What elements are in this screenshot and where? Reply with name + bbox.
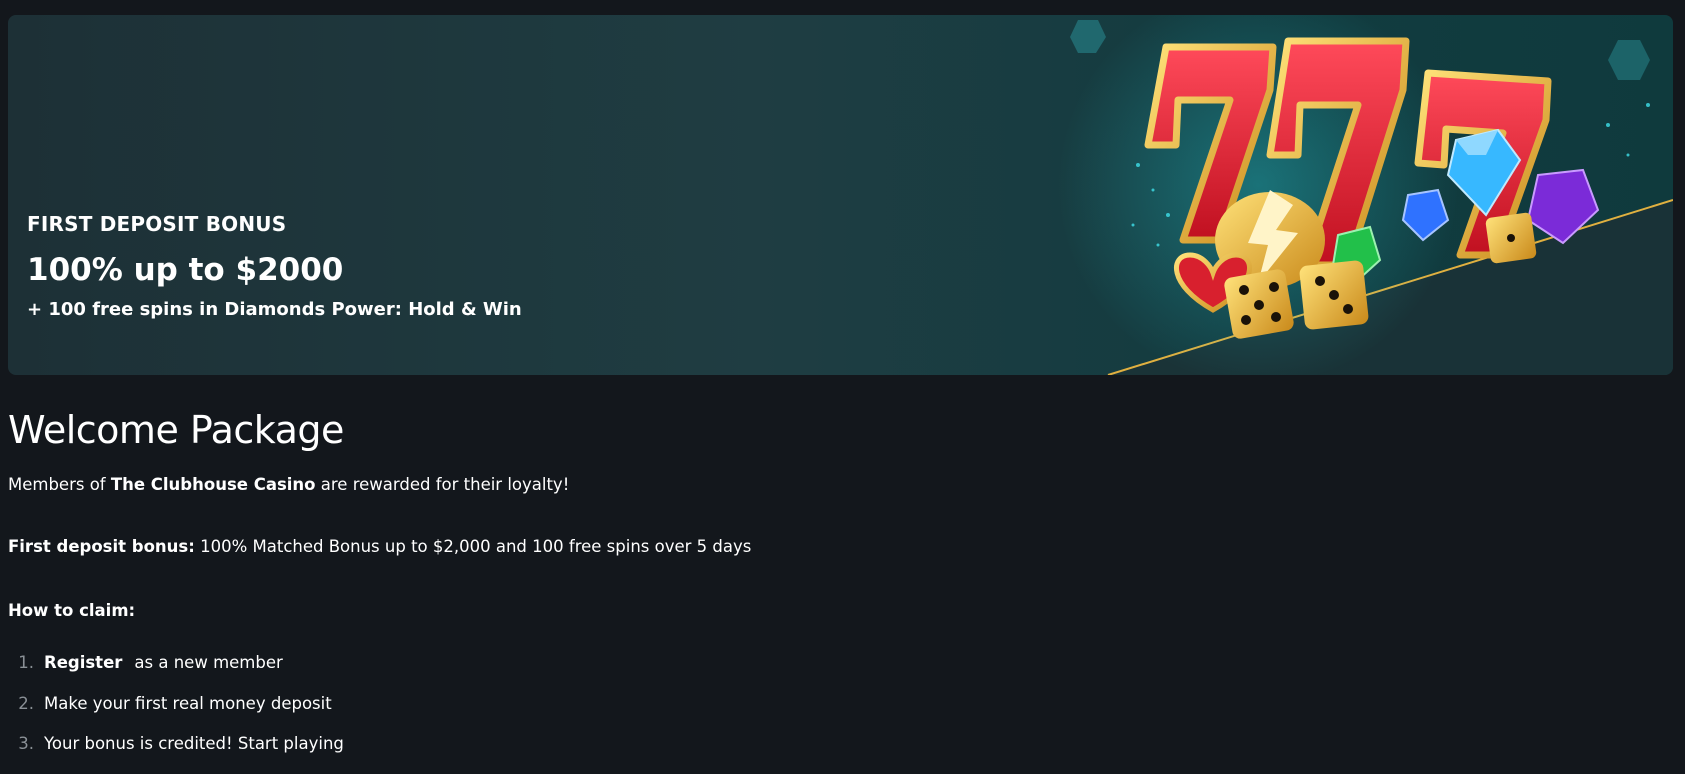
step-text: Your bonus is credited! Start playing bbox=[44, 734, 344, 753]
banner-text: FIRST DEPOSIT BONUS 100% up to $2000 + 1… bbox=[27, 212, 522, 321]
first-deposit-detail: 100% Matched Bonus up to $2,000 and 100 … bbox=[194, 537, 752, 556]
first-deposit-text: First deposit bonus: 100% Matched Bonus … bbox=[8, 536, 1668, 558]
brand-name: The Clubhouse Casino bbox=[110, 475, 316, 494]
list-item: 1. Register as a new member bbox=[8, 652, 1668, 674]
step-number: 2. bbox=[18, 693, 34, 713]
first-deposit-label: First deposit bonus: bbox=[8, 537, 195, 556]
hexagon-icon bbox=[1608, 40, 1650, 80]
banner-art bbox=[1058, 15, 1673, 375]
step-text: Make your first real money deposit bbox=[44, 693, 332, 713]
how-to-claim-heading: How to claim: bbox=[8, 601, 136, 620]
intro-suffix: are rewarded for their loyalty! bbox=[315, 475, 570, 494]
page-title: Welcome Package bbox=[8, 408, 344, 452]
intro-text: Members of The Clubhouse Casino are rewa… bbox=[8, 474, 1668, 496]
bonus-amount: 100% up to $2000 bbox=[27, 252, 344, 288]
dice-icon bbox=[1485, 212, 1537, 264]
intro-prefix: Members of bbox=[8, 475, 111, 494]
hexagon-icon bbox=[1070, 20, 1106, 53]
register-link[interactable]: Register bbox=[44, 652, 122, 674]
promo-banner: FIRST DEPOSIT BONUS 100% up to $2000 + 1… bbox=[8, 15, 1673, 375]
dice-icon bbox=[1224, 269, 1294, 339]
bonus-label: FIRST DEPOSIT BONUS bbox=[27, 212, 287, 236]
step-text: as a new member bbox=[134, 653, 283, 672]
welcome-content: Welcome Package Members of The Clubhouse… bbox=[8, 408, 1668, 774]
step-number: 1. bbox=[18, 653, 34, 672]
list-item: 2. Make your first real money deposit bbox=[8, 693, 1668, 715]
step-number: 3. bbox=[18, 734, 34, 753]
list-item: 3. Your bonus is credited! Start playing bbox=[8, 733, 1668, 755]
dice-icon bbox=[1299, 260, 1369, 330]
claim-steps: 1. Register as a new member 2. Make your… bbox=[8, 652, 1668, 755]
bonus-spins: + 100 free spins in Diamonds Power: Hold… bbox=[27, 299, 522, 320]
